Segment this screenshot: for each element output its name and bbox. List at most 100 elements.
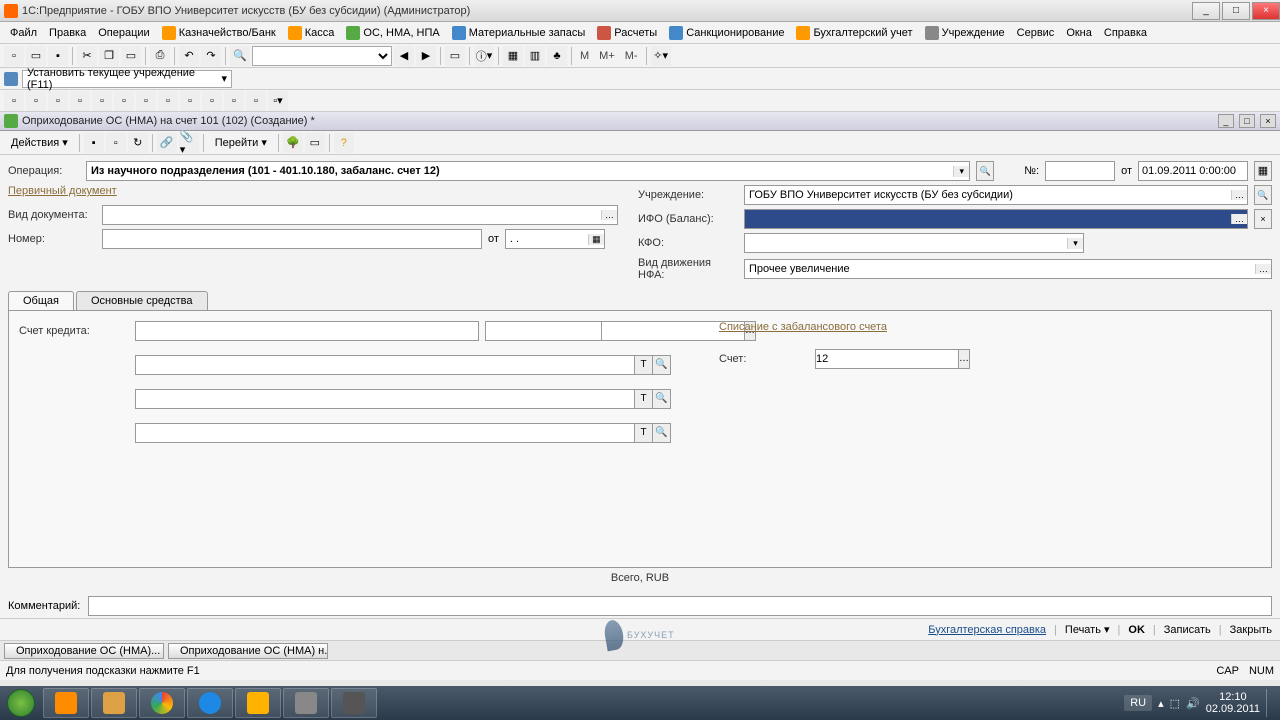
subconto-2-q[interactable]: 🔍 — [653, 389, 671, 409]
save-doc-button[interactable]: Записать — [1164, 624, 1211, 636]
num-input[interactable] — [1045, 161, 1115, 181]
tray-network-icon[interactable]: ⬚ — [1170, 697, 1180, 710]
actions-menu[interactable]: Действия ▾ — [4, 133, 75, 152]
tray-clock[interactable]: 12:10 02.09.2011 — [1206, 691, 1260, 715]
doc-attach-button[interactable]: 📎▾ — [179, 133, 199, 153]
taskbar-1c[interactable] — [235, 688, 281, 718]
goto-menu[interactable]: Перейти ▾ — [208, 133, 274, 152]
acct-input[interactable] — [815, 349, 959, 369]
sh3[interactable]: ▫ — [48, 91, 68, 111]
taskbar-app5[interactable] — [283, 688, 329, 718]
kfo-combo[interactable]: ▾ — [744, 233, 1084, 253]
sh12[interactable]: ▫ — [246, 91, 266, 111]
calendar-button[interactable]: ▦ — [1254, 161, 1272, 181]
menu-service[interactable]: Сервис — [1011, 25, 1061, 41]
menu-operations[interactable]: Операции — [92, 25, 155, 41]
search-combo[interactable] — [252, 46, 392, 66]
menu-file[interactable]: Файл — [4, 25, 43, 41]
menu-os[interactable]: ОС, НМА, НПА — [340, 24, 445, 42]
doc-minimize-button[interactable]: _ — [1218, 114, 1234, 128]
taskbar-wmp[interactable] — [43, 688, 89, 718]
sh5[interactable]: ▫ — [92, 91, 112, 111]
menu-accounting[interactable]: Бухгалтерский учет — [790, 24, 918, 42]
menu-treasury[interactable]: Казначейство/Банк — [156, 24, 282, 42]
taskbar-app6[interactable] — [331, 688, 377, 718]
redo-button[interactable]: ↷ — [201, 46, 221, 66]
ifo-clear-button[interactable]: × — [1254, 209, 1272, 229]
sh1[interactable]: ▫ — [4, 91, 24, 111]
sh8[interactable]: ▫ — [158, 91, 178, 111]
doc-save-button[interactable]: ▪ — [84, 133, 104, 153]
windows-button[interactable]: ▭ — [445, 46, 465, 66]
doc-maximize-button[interactable]: □ — [1239, 114, 1255, 128]
comment-input[interactable] — [88, 596, 1272, 616]
print-button[interactable]: ⎙ — [150, 46, 170, 66]
sh9[interactable]: ▫ — [180, 91, 200, 111]
chart-button[interactable]: ▥ — [525, 46, 545, 66]
new-button[interactable]: ▫ — [4, 46, 24, 66]
operation-combo[interactable]: Из научного подразделения (101 - 401.10.… — [86, 161, 970, 181]
copy-button[interactable]: ❐ — [99, 46, 119, 66]
operation-search-button[interactable]: 🔍 — [976, 161, 994, 181]
doc-refresh-button[interactable]: ↻ — [128, 133, 148, 153]
acct-pick[interactable]: … — [959, 349, 970, 369]
grid-button[interactable]: ▦ — [503, 46, 523, 66]
ref-link[interactable]: Бухгалтерская справка — [928, 624, 1046, 636]
undo-button[interactable]: ↶ — [179, 46, 199, 66]
sh2[interactable]: ▫ — [26, 91, 46, 111]
doc-help-button[interactable]: ? — [334, 133, 354, 153]
close-button[interactable]: × — [1252, 2, 1280, 20]
minimize-button[interactable]: _ — [1192, 2, 1220, 20]
subconto-3-q[interactable]: 🔍 — [653, 423, 671, 443]
subconto-1-q[interactable]: 🔍 — [653, 355, 671, 375]
nfa-combo[interactable]: Прочее увеличение … — [744, 259, 1272, 279]
mplus-label[interactable]: M+ — [595, 50, 619, 62]
menu-materials[interactable]: Материальные запасы — [446, 24, 592, 42]
doc-num-input[interactable] — [102, 229, 482, 249]
menu-sanction[interactable]: Санкционирование — [663, 24, 790, 42]
menu-calc[interactable]: Расчеты — [591, 24, 663, 42]
nav-fwd-button[interactable]: ▶ — [416, 46, 436, 66]
open-button[interactable]: ▭ — [26, 46, 46, 66]
doc-link-button[interactable]: 🔗 — [157, 133, 177, 153]
m-label[interactable]: M — [576, 50, 593, 62]
cut-button[interactable]: ✂ — [77, 46, 97, 66]
sh13[interactable]: ▫▾ — [268, 91, 288, 111]
tray-lang[interactable]: RU — [1124, 695, 1152, 711]
save-button[interactable]: ▪ — [48, 46, 68, 66]
doc-close-button[interactable]: × — [1260, 114, 1276, 128]
menu-institution[interactable]: Учреждение — [919, 24, 1011, 42]
search-button[interactable]: 🔍 — [230, 46, 250, 66]
doc-date-combo[interactable]: . .▦ — [505, 229, 605, 249]
ok-button[interactable]: OK — [1128, 624, 1145, 636]
inst-search-button[interactable]: 🔍 — [1254, 185, 1272, 205]
date-input[interactable] — [1138, 161, 1248, 181]
subconto-3[interactable] — [135, 423, 635, 443]
subconto-3-t[interactable]: T — [635, 423, 653, 443]
start-button[interactable] — [0, 686, 42, 720]
credit-input-1[interactable] — [135, 321, 479, 341]
doc-post-button[interactable]: ▫ — [106, 133, 126, 153]
subconto-2[interactable] — [135, 389, 635, 409]
window-tab-2[interactable]: Оприходование ОС (НМА) н... — [168, 643, 328, 659]
tray-sound-icon[interactable]: 🔊 — [1186, 697, 1200, 710]
menu-cash[interactable]: Касса — [282, 24, 341, 42]
menu-help[interactable]: Справка — [1098, 25, 1153, 41]
ifo-combo[interactable]: … — [744, 209, 1248, 229]
show-desktop-button[interactable] — [1266, 689, 1274, 717]
taskbar-explorer[interactable] — [91, 688, 137, 718]
sh11[interactable]: ▫ — [224, 91, 244, 111]
subconto-2-t[interactable]: T — [635, 389, 653, 409]
tray-up-icon[interactable]: ▴ — [1158, 697, 1164, 710]
sh6[interactable]: ▫ — [114, 91, 134, 111]
paste-button[interactable]: ▭ — [121, 46, 141, 66]
nav-back-button[interactable]: ◀ — [394, 46, 414, 66]
subconto-1-t[interactable]: T — [635, 355, 653, 375]
menu-windows[interactable]: Окна — [1060, 25, 1098, 41]
menu-edit[interactable]: Правка — [43, 25, 92, 41]
close-doc-button[interactable]: Закрыть — [1230, 624, 1272, 636]
sh4[interactable]: ▫ — [70, 91, 90, 111]
taskbar-chrome[interactable] — [139, 688, 185, 718]
doc-report-button[interactable]: ▭ — [305, 133, 325, 153]
taskbar-ie[interactable] — [187, 688, 233, 718]
